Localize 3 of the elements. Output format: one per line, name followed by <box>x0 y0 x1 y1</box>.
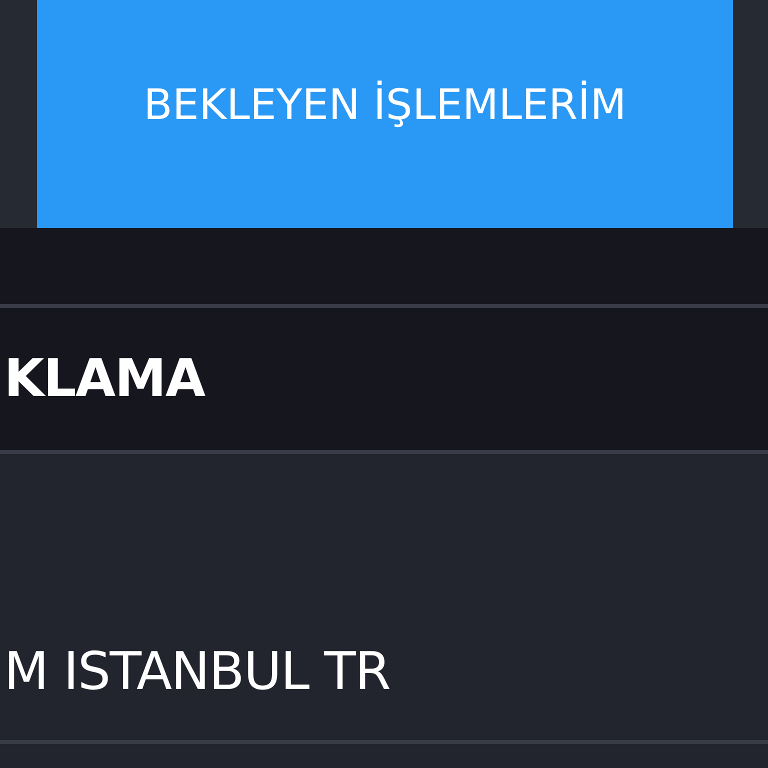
table-cell-text: M ISTANBUL TR <box>3 642 390 702</box>
tab[interactable]: BEKLEYEN İŞLEMLERİM <box>37 0 733 228</box>
column-header: KLAMA <box>3 349 205 409</box>
